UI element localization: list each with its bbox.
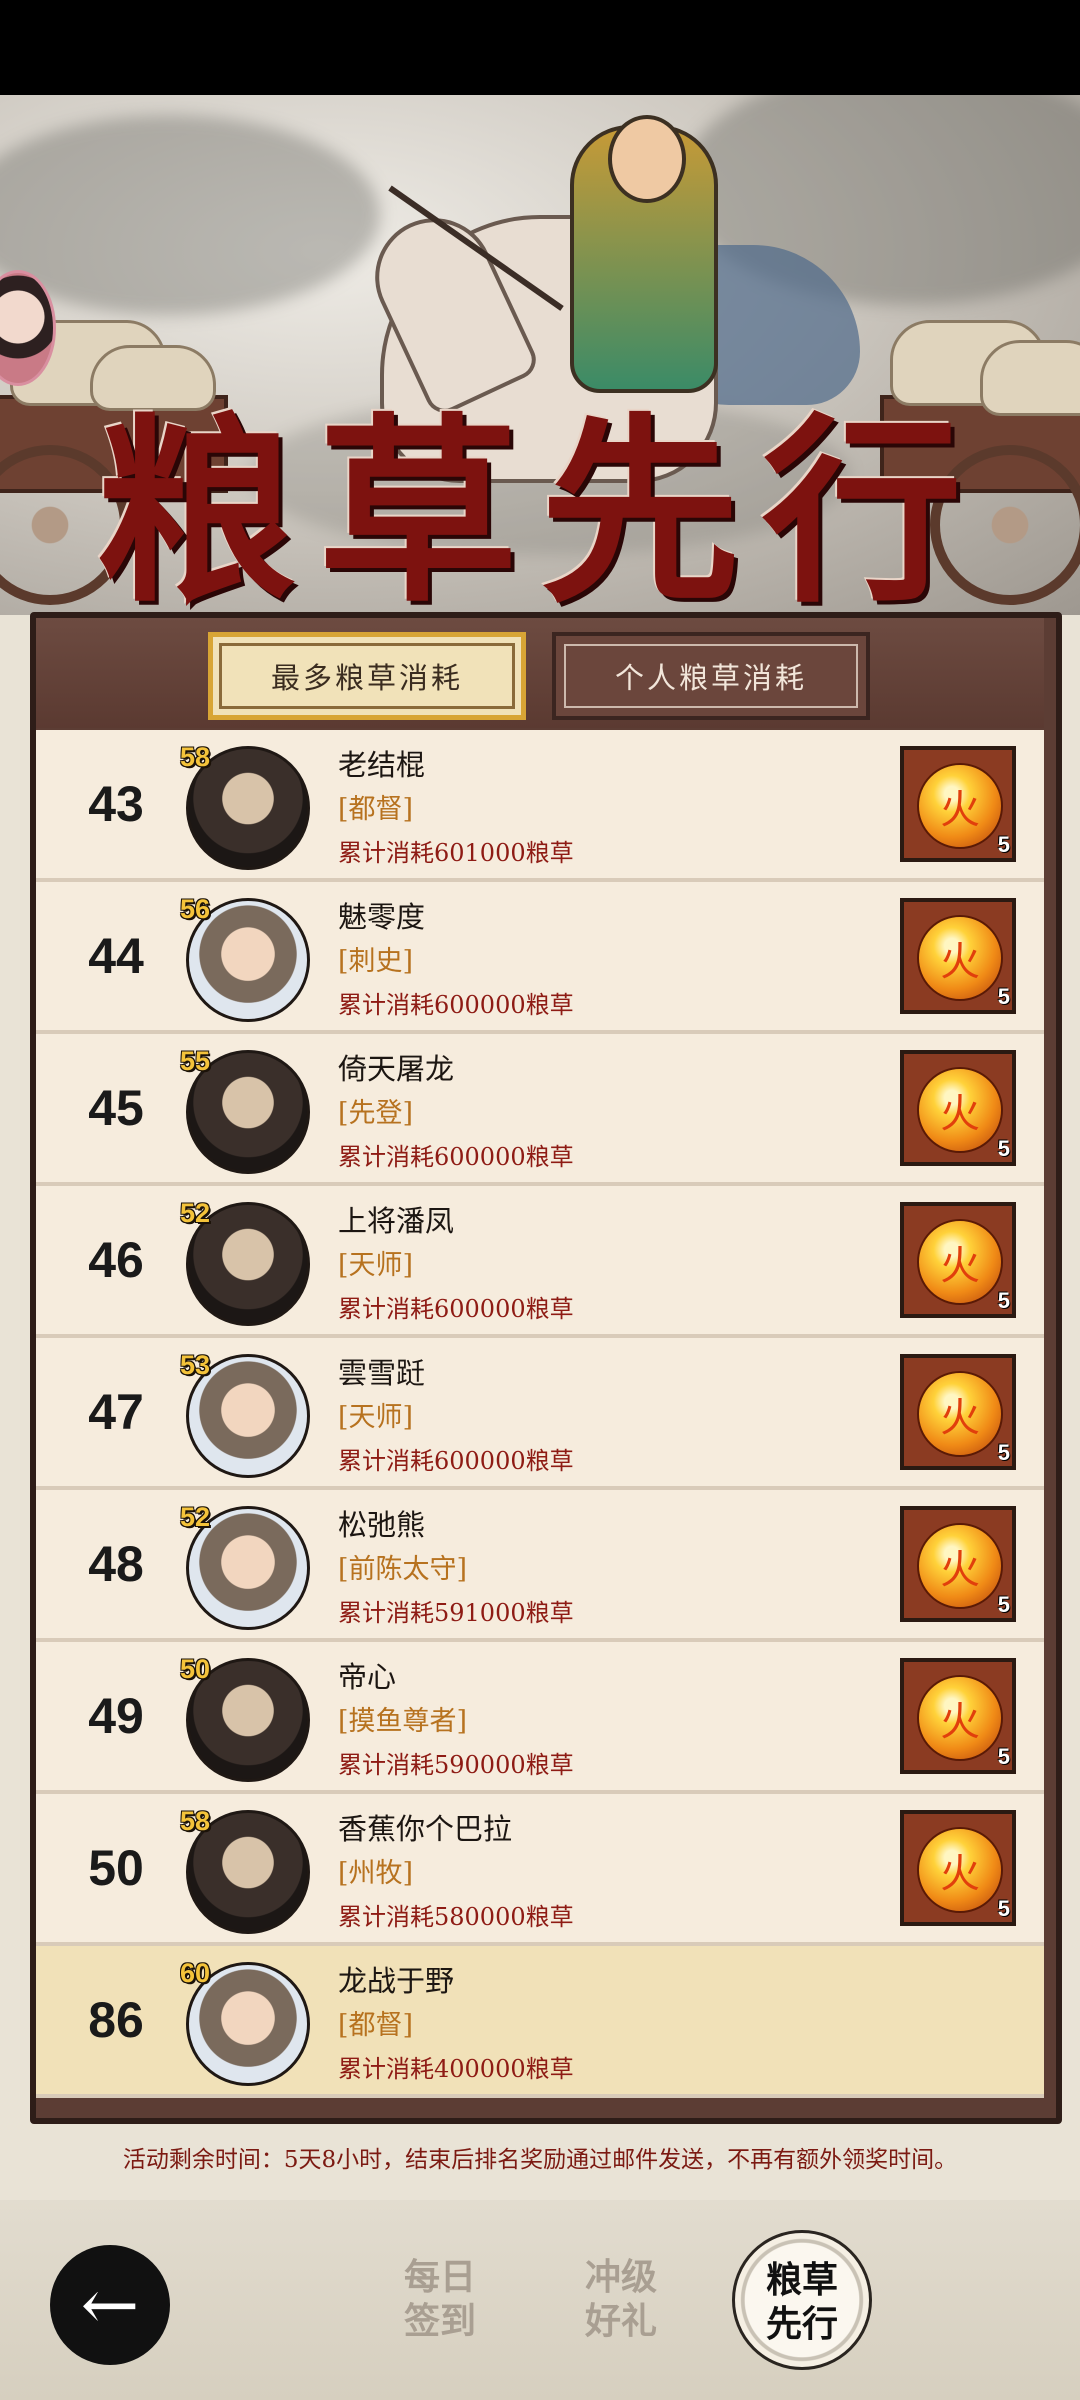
ranking-row[interactable]: 50 58 香蕉你个巴拉 [州牧] 累计消耗580000粮草 火5 (36, 1794, 1044, 1946)
reward-count: 5 (997, 832, 1010, 857)
consume-amount: 累计消耗580000粮草 (338, 1903, 574, 1931)
consume-amount: 累计消耗400000粮草 (338, 2055, 574, 2083)
player-name: 魅零度 (338, 900, 426, 934)
level-badge: 60 (180, 1958, 211, 1988)
reward-count: 5 (997, 1896, 1010, 1921)
tabs-bar (36, 618, 1044, 728)
level-badge: 52 (180, 1502, 211, 1532)
level-badge: 56 (180, 894, 211, 924)
reward-count: 5 (997, 1592, 1010, 1617)
fire-orb-icon: 火 (917, 915, 1003, 1001)
reward-item[interactable]: 火5 (900, 1658, 1016, 1774)
player-name: 龙战于野 (338, 1964, 455, 1998)
tab-personal-consume[interactable]: 个人粮草消耗 (552, 632, 870, 720)
fire-orb-icon: 火 (917, 1371, 1003, 1457)
reward-item[interactable]: 火5 (900, 1050, 1016, 1166)
reward-count: 5 (997, 1440, 1010, 1465)
nav-label: 冲级 (584, 2256, 657, 2298)
event-banner: 粮草先行 (0, 95, 1080, 615)
player-title: [摸鱼尊者] (338, 1706, 468, 1737)
fire-orb-icon: 火 (917, 1219, 1003, 1305)
player-name: 帝心 (338, 1660, 397, 1694)
back-button[interactable]: ← (50, 2245, 170, 2365)
rank-number: 43 (88, 776, 144, 832)
player-title: [都督] (338, 794, 414, 825)
player-title: [州牧] (338, 1858, 414, 1889)
rank-number: 49 (88, 1688, 144, 1744)
nav-level-gift[interactable]: 冲级 好礼 (566, 2255, 676, 2343)
fire-orb-icon: 火 (917, 1675, 1003, 1761)
ranking-row[interactable]: 43 58 老结棍 [都督] 累计消耗601000粮草 火5 (36, 730, 1044, 882)
player-name: 老结棍 (338, 748, 426, 782)
nav-label: 好礼 (584, 2300, 657, 2342)
reward-item[interactable]: 火5 (900, 1354, 1016, 1470)
reward-count: 5 (997, 1744, 1010, 1769)
fire-orb-icon: 火 (917, 1827, 1003, 1913)
left-arrow-icon: ← (80, 2264, 140, 2346)
fire-orb-icon: 火 (917, 1523, 1003, 1609)
player-name: 倚天屠龙 (338, 1052, 455, 1086)
level-badge: 58 (180, 1806, 211, 1836)
nav-grain-first[interactable]: 粮草 先行 (742, 2258, 862, 2346)
nav-label: 签到 (403, 2300, 476, 2342)
ranking-row[interactable]: 49 50 帝心 [摸鱼尊者] 累计消耗590000粮草 火5 (36, 1642, 1044, 1794)
reward-item[interactable]: 火5 (900, 898, 1016, 1014)
rank-number: 46 (88, 1232, 144, 1288)
ranking-row[interactable]: 44 56 魅零度 [刺史] 累计消耗600000粮草 火5 (36, 882, 1044, 1034)
rank-number: 45 (88, 1080, 144, 1136)
consume-amount: 累计消耗600000粮草 (338, 1295, 574, 1323)
tab-most-consume[interactable]: 最多粮草消耗 (208, 632, 526, 720)
player-title: [都督] (338, 2010, 414, 2041)
event-title: 粮草先行 (95, 395, 984, 615)
player-name: 上将潘凤 (338, 1204, 455, 1238)
reward-item[interactable]: 火5 (900, 746, 1016, 862)
rank-number: 44 (88, 928, 144, 984)
nav-label: 粮草 (765, 2259, 838, 2301)
ranking-row[interactable]: 48 52 松弛熊 [前陈太守] 累计消耗591000粮草 火5 (36, 1490, 1044, 1642)
player-name: 雲雪跹 (338, 1356, 426, 1390)
ranking-list: 43 58 老结棍 [都督] 累计消耗601000粮草 火5 44 56 魅零度… (36, 730, 1044, 2098)
level-badge: 52 (180, 1198, 211, 1228)
consume-amount: 累计消耗591000粮草 (338, 1599, 574, 1627)
ranking-row[interactable]: 45 55 倚天屠龙 [先登] 累计消耗600000粮草 火5 (36, 1034, 1044, 1186)
level-badge: 58 (180, 742, 211, 772)
rank-number: 50 (88, 1840, 144, 1896)
player-title: [天师] (338, 1250, 414, 1281)
reward-item[interactable]: 火5 (900, 1506, 1016, 1622)
nav-daily-signin[interactable]: 每日 签到 (385, 2255, 495, 2343)
fire-orb-icon: 火 (917, 1067, 1003, 1153)
consume-amount: 累计消耗590000粮草 (338, 1751, 574, 1779)
consume-amount: 累计消耗600000粮草 (338, 1447, 574, 1475)
player-name: 松弛熊 (338, 1508, 426, 1542)
reward-item[interactable]: 火5 (900, 1202, 1016, 1318)
consume-amount: 累计消耗601000粮草 (338, 839, 574, 867)
rank-number: 48 (88, 1536, 144, 1592)
nav-label: 每日 (403, 2256, 476, 2298)
fire-orb-icon: 火 (917, 763, 1003, 849)
reward-item[interactable]: 火5 (900, 1810, 1016, 1926)
level-badge: 55 (180, 1046, 211, 1076)
player-name: 香蕉你个巴拉 (338, 1812, 513, 1846)
rank-number: 47 (88, 1384, 144, 1440)
event-notice: 活动剩余时间：5天8小时，结束后排名奖励通过邮件发送，不再有额外领奖时间。 (122, 2147, 958, 2173)
ranking-row[interactable]: 46 52 上将潘凤 [天师] 累计消耗600000粮草 火5 (36, 1186, 1044, 1338)
level-badge: 53 (180, 1350, 211, 1380)
status-bar (0, 0, 1080, 95)
reward-count: 5 (997, 1288, 1010, 1313)
player-title: [前陈太守] (338, 1554, 468, 1585)
self-ranking-row[interactable]: 86 60 龙战于野 [都督] 累计消耗400000粮草 (36, 1946, 1044, 2098)
nav-label: 先行 (765, 2303, 838, 2345)
player-title: [天师] (338, 1402, 414, 1433)
consume-amount: 累计消耗600000粮草 (338, 991, 574, 1019)
player-title: [先登] (338, 1098, 414, 1129)
consume-amount: 累计消耗600000粮草 (338, 1143, 574, 1171)
ranking-row[interactable]: 47 53 雲雪跹 [天师] 累计消耗600000粮草 火5 (36, 1338, 1044, 1490)
reward-count: 5 (997, 984, 1010, 1009)
level-badge: 50 (180, 1654, 211, 1684)
reward-count: 5 (997, 1136, 1010, 1161)
player-title: [刺史] (338, 946, 414, 977)
rank-number: 86 (88, 1992, 144, 2048)
